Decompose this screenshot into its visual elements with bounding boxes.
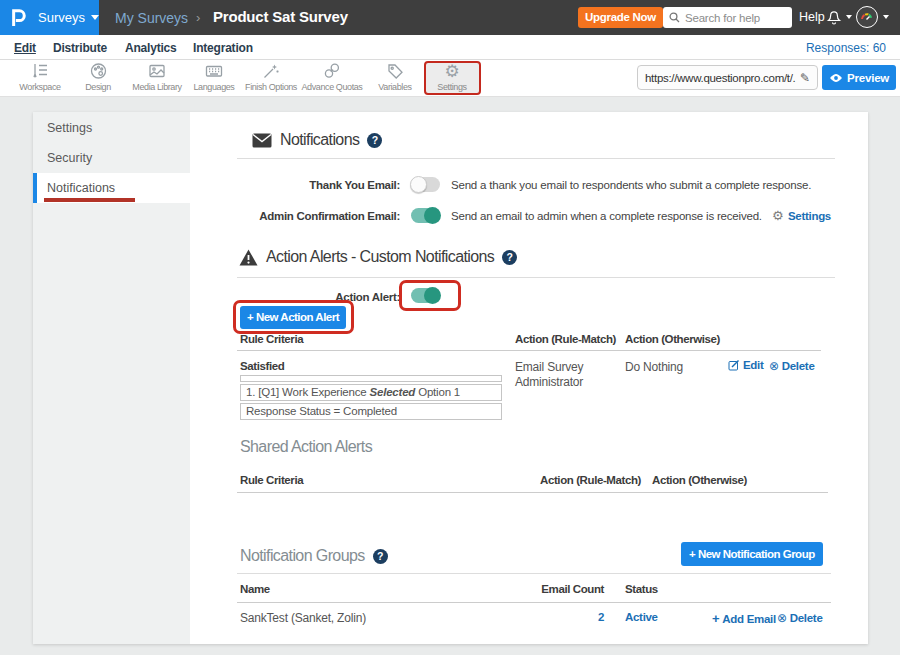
table-header-line <box>237 492 828 493</box>
new-action-alert-button[interactable]: + New Action Alert <box>240 306 346 329</box>
delete-group-link[interactable]: ⊗ Delete <box>777 611 822 625</box>
criteria-bar <box>240 375 502 382</box>
delete-icon: ⊗ <box>769 359 779 373</box>
col-rule-criteria: Rule Criteria <box>240 333 303 345</box>
notifications-underline-annotation <box>44 198 135 202</box>
divider <box>237 158 835 159</box>
warning-icon <box>239 249 258 266</box>
help-icon[interactable] <box>367 133 382 148</box>
action-alert-label: Action Alert: <box>200 291 400 303</box>
section-title: Notifications <box>280 131 359 149</box>
admin-confirmation-label: Admin Confirmation Email: <box>200 210 400 222</box>
col-email-count: Email Count <box>540 583 604 595</box>
add-email-link[interactable]: + Add Email <box>712 611 776 626</box>
table-header-line <box>237 350 821 351</box>
criteria-item: 1. [Q1] Work Experience Selected Option … <box>240 384 502 401</box>
group-name-cell: SankTest (Sanket, Zolin) <box>240 611 366 625</box>
col-rule-criteria: Rule Criteria <box>240 474 303 486</box>
action-otherwise-cell: Do Nothing <box>625 360 683 374</box>
thank-you-email-label: Thank You Email: <box>200 179 400 191</box>
table-header-line <box>237 602 831 603</box>
col-action-match: Action (Rule-Match) <box>515 333 616 345</box>
notifications-header: Notifications <box>252 131 382 149</box>
help-icon[interactable] <box>502 250 517 265</box>
divider <box>237 277 835 278</box>
sidebar-item-settings[interactable]: Settings <box>33 113 190 143</box>
thank-you-email-description: Send a thank you email to respondents wh… <box>451 179 811 191</box>
email-count-link[interactable]: 2 <box>560 611 604 623</box>
action-alert-toggle[interactable] <box>411 288 440 303</box>
table-top-line <box>237 573 831 574</box>
section-title: Action Alerts - Custom Notifications <box>266 248 494 266</box>
notification-groups-header: Notification Groups <box>240 547 388 565</box>
admin-settings-link[interactable]: Settings <box>788 210 831 222</box>
col-action-otherwise: Action (Otherwise) <box>625 333 720 345</box>
col-status: Status <box>625 583 658 595</box>
delete-icon: ⊗ <box>777 611 787 625</box>
sidebar-item-security[interactable]: Security <box>33 143 190 173</box>
thank-you-email-toggle[interactable] <box>411 177 440 192</box>
rule-status: Satisfied <box>240 360 284 372</box>
section-title: Notification Groups <box>240 547 365 565</box>
delete-alert-link[interactable]: ⊗ Delete <box>769 359 814 373</box>
action-alerts-header: Action Alerts - Custom Notifications <box>239 248 517 266</box>
admin-confirmation-description: Send an email to admin when a complete r… <box>451 210 762 222</box>
criteria-item: Response Status = Completed <box>240 403 502 420</box>
admin-confirmation-toggle[interactable] <box>411 208 440 223</box>
settings-content: Settings Security Notifications Notifica… <box>0 0 900 655</box>
edit-icon <box>728 359 740 371</box>
envelope-icon <box>252 133 272 148</box>
admin-settings-gear-icon[interactable]: ⚙ <box>772 208 784 223</box>
col-action-otherwise: Action (Otherwise) <box>652 474 747 486</box>
edit-alert-link[interactable]: Edit <box>728 359 764 371</box>
new-notification-group-button[interactable]: + New Notification Group <box>681 542 823 566</box>
shared-alerts-title: Shared Action Alerts <box>240 438 372 456</box>
col-name: Name <box>240 583 270 595</box>
group-status-link[interactable]: Active <box>625 611 658 623</box>
col-action-match: Action (Rule-Match) <box>540 474 641 486</box>
help-icon[interactable] <box>373 549 388 564</box>
action-match-cell: Email SurveyAdministrator <box>515 360 610 390</box>
